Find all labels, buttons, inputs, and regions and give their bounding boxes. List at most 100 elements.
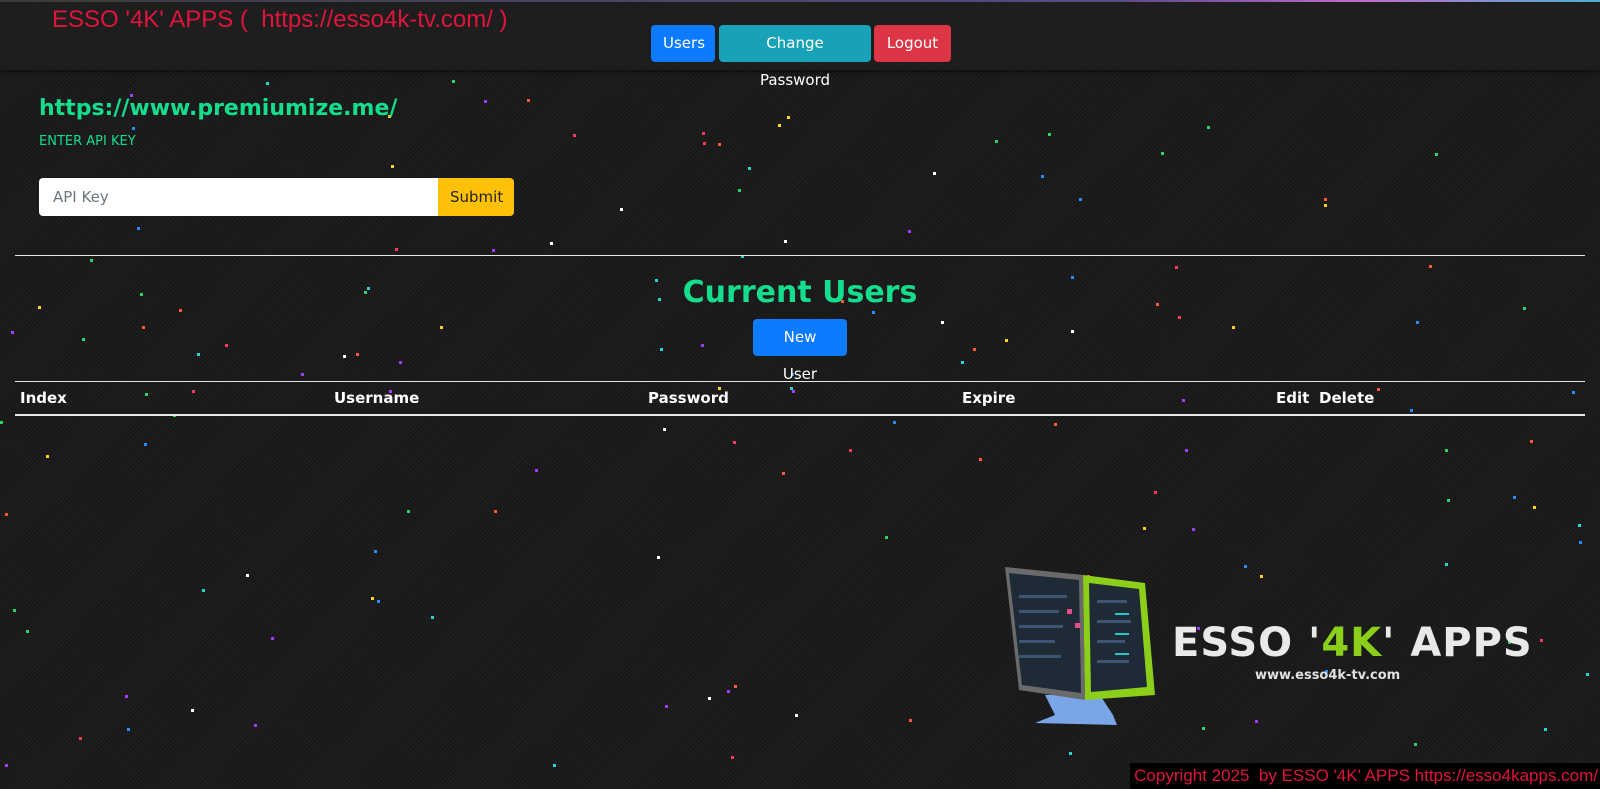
column-header-index: Index [20,389,67,407]
users-button[interactable]: Users [651,25,715,62]
star-dot [356,353,359,356]
star-dot [1154,491,1157,494]
star-dot [961,361,964,364]
star-dot [731,756,734,759]
star-dot [872,311,875,314]
logout-button[interactable]: Logout [874,25,951,62]
star-dot [192,390,195,393]
footer-copyright: Copyright 2025 by ESSO '4K' APPS https:/… [1130,763,1600,789]
star-dot [782,472,785,475]
star-dot [738,189,741,192]
star-dot [1447,499,1450,502]
star-dot [909,719,912,722]
star-dot [144,443,147,446]
star-dot [708,697,711,700]
star-dot [527,99,530,102]
change-password-button[interactable]: Change Password [719,25,871,89]
star-dot [1586,673,1589,676]
star-dot [1069,752,1072,755]
star-dot [431,616,434,619]
star-dot [145,393,148,396]
logo-wordmark: ESSO '4K' APPS [1172,620,1533,666]
star-dot [702,132,705,135]
star-dot [197,353,200,356]
star-dot [657,556,660,559]
api-key-input[interactable] [39,178,438,216]
star-dot [1578,524,1581,527]
star-dot [1182,399,1185,402]
star-dot [748,167,751,170]
star-dot [271,637,274,640]
star-dot [1324,198,1327,201]
star-dot [727,690,730,693]
star-dot [1544,728,1547,731]
star-dot [665,705,668,708]
column-header-delete: Delete [1319,389,1375,407]
column-header-password: Password [648,389,729,407]
star-dot [734,685,737,688]
star-dot [1071,330,1074,333]
star-dot [620,208,623,211]
star-dot [1054,423,1057,426]
premiumize-site-link[interactable]: https://www.premiumize.me/ [39,96,397,121]
star-dot [82,338,85,341]
star-dot [254,724,257,727]
star-dot [660,348,663,351]
star-dot [1175,266,1178,269]
star-dot [1513,496,1516,499]
star-dot [371,597,374,600]
star-dot [1414,743,1417,746]
star-dot [266,82,269,85]
star-dot [908,230,911,233]
star-dot [1377,388,1380,391]
star-dot [1410,409,1413,412]
star-dot [377,600,380,603]
api-key-label: ENTER API KEY [39,134,136,149]
submit-button[interactable]: Submit [438,178,514,216]
star-dot [5,764,8,767]
star-dot [1048,133,1051,136]
star-dot [973,348,976,351]
star-dot [26,630,29,633]
star-dot [142,326,145,329]
star-dot [893,421,896,424]
star-dot [1178,316,1181,319]
star-dot [795,714,798,717]
star-dot [484,100,487,103]
star-dot [979,458,982,461]
star-dot [933,172,936,175]
new-user-button[interactable]: New User [753,319,847,383]
star-dot [995,140,998,143]
star-dot [553,764,556,767]
star-dot [787,116,790,119]
table-header-border [15,414,1585,416]
star-dot [125,695,128,698]
star-dot [1429,265,1432,268]
star-dot [0,421,3,424]
star-dot [11,331,14,334]
star-dot [301,373,304,376]
star-dot [407,510,410,513]
star-dot [1041,175,1044,178]
star-dot [399,361,402,364]
star-dot [5,513,8,516]
star-dot [225,344,228,347]
column-header-edit: Edit [1276,389,1310,407]
star-dot [1207,126,1210,129]
star-dot [127,728,130,731]
star-dot [46,455,49,458]
star-dot [440,326,443,329]
current-users-heading: Current Users [682,275,918,310]
star-dot [1079,198,1082,201]
star-dot [1005,339,1008,342]
star-dot [1416,321,1419,324]
star-dot [701,344,704,347]
star-dot [13,609,16,612]
star-dot [1579,541,1582,544]
star-dot [885,536,888,539]
star-dot [784,240,787,243]
star-dot [191,709,194,712]
star-dot [1445,449,1448,452]
star-dot [778,124,781,127]
column-header-expire: Expire [962,389,1016,407]
